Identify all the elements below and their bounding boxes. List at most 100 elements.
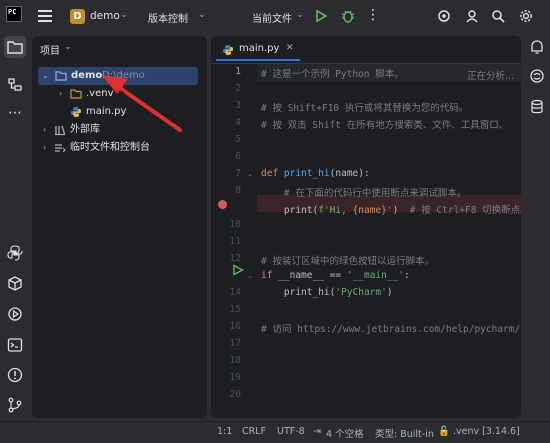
code-line[interactable]: # 按装订区域中的绿色按钮以运行脚本。 [261,253,434,267]
string: f'Hi, [318,205,353,216]
code-line[interactable]: # 按 双击 Shift 在所有地方搜索类、文件、工具窗口、 [261,117,508,131]
user-icon[interactable] [465,9,479,26]
tree-label: main.py [86,106,127,117]
run-icon[interactable] [314,9,328,26]
left-tool-strip: ⋯ [0,34,30,421]
vcs-dropdown[interactable]: 版本控制 [148,10,188,25]
file-type[interactable]: 类型: Built-in [375,426,434,440]
status-bar: 1:1 CRLF UTF-8 ⇥ 4 个空格 类型: Built-in 🔓 .v… [0,421,550,443]
line-number: 1 [235,66,241,77]
terminal-icon[interactable] [6,336,24,354]
settings-icon[interactable] [519,9,533,26]
cursor-position[interactable]: 1:1 [217,426,232,437]
tab-main-py[interactable]: main.py ✕ [216,39,300,61]
tree-item-scratches[interactable]: › 临时文件和控制台 [32,139,207,157]
string: 'PyCharm' [335,287,387,298]
indent-setting[interactable]: 4 个空格 [326,426,364,440]
structure-icon[interactable] [6,76,24,94]
line-number: 17 [229,338,241,349]
code-text: ) [392,205,410,216]
code-line[interactable]: # 在下面的代码行中使用断点来调试脚本。 [261,185,466,199]
ai-chat-icon[interactable] [528,67,546,85]
fold-icon[interactable]: ⌄ [247,170,253,178]
keyword: if [261,270,279,281]
code-text: __name__ == [278,270,347,281]
run-gutter-icon[interactable] [232,264,244,279]
editor-scrollbar[interactable] [513,66,518,416]
string: '__main__' [346,270,405,281]
line-number: 2 [235,83,241,94]
run-config-dropdown[interactable]: 当前文件 [252,10,292,25]
chevron-right-icon[interactable]: › [43,121,46,139]
tree-item-venv[interactable]: › .venv [32,85,207,103]
line-number: 3 [235,100,241,111]
chevron-down-icon[interactable]: ⌄ [42,67,49,85]
code-text: print_hi( [261,287,336,298]
code-line[interactable]: def print_hi(name): [261,168,370,179]
chevron-down-icon[interactable]: ⌄ [198,10,206,20]
panel-title[interactable]: 项目 [40,42,60,57]
code-line[interactable]: print_hi('PyCharm') [261,287,393,298]
code-text: {name} [352,205,387,216]
problems-icon[interactable] [6,366,24,384]
close-icon[interactable]: ✕ [286,43,294,53]
code-text: ) [386,287,393,298]
main-menu-icon[interactable] [38,10,52,22]
tree-item-demo[interactable]: ⌄ demo D:\demo [38,67,198,85]
breakpoint-icon[interactable] [218,200,227,209]
right-tool-strip [524,34,550,421]
code-line[interactable]: print(f'Hi, {name}') # 按 Ctrl+F8 切换断点。 [261,202,521,216]
code-line[interactable]: # 按 Shift+F10 执行或将其替换为您的代码。 [261,100,468,114]
project-folder-icon[interactable] [4,36,26,58]
lock-icon[interactable]: 🔓 [438,426,450,437]
interpreter-selector[interactable]: .venv [3.14.6] [453,426,520,437]
code-line[interactable]: # 访问 https://www.jetbrains.com/help/pych… [261,321,521,335]
ai-assistant-icon[interactable] [437,9,451,26]
project-badge[interactable]: D [70,9,85,24]
tree-item-external-libraries[interactable]: › 外部库 [32,121,207,139]
line-separator[interactable]: CRLF [242,426,266,437]
line-number: 18 [229,355,241,366]
line-number: 15 [229,304,241,315]
chevron-down-icon[interactable]: ⌄ [64,42,72,52]
python-packages-icon[interactable] [6,275,24,293]
fold-icon[interactable]: ⌄ [247,272,253,280]
search-icon[interactable] [491,9,505,26]
title-bar: PC D demo ⌄ 版本控制 ⌄ 当前文件 ⌄ ⋮ [0,0,550,34]
code-line[interactable]: # 这是一个示例 Python 脚本。 [261,66,404,80]
line-number: 5 [235,134,241,145]
python-console-icon[interactable] [6,244,24,262]
function-name: print_hi [283,168,330,179]
code-text: : [404,270,410,281]
more-icon[interactable]: ⋮ [366,7,380,23]
database-icon[interactable] [528,98,546,116]
code-text: print( [261,205,319,216]
tree-label: demo [71,70,103,81]
more-tools-icon[interactable]: ⋯ [6,106,24,124]
project-name-dropdown[interactable]: demo [90,10,120,22]
services-icon[interactable] [6,305,24,323]
line-number: 4 [235,117,241,128]
debug-icon[interactable] [340,8,356,27]
code-line[interactable]: if __name__ == '__main__': [261,270,410,281]
line-number: 14 [229,287,241,298]
indent-icon[interactable]: ⇥ [313,426,321,437]
line-number: 12 [229,253,241,264]
line-number: 20 [229,389,241,400]
chevron-down-icon[interactable]: ⌄ [296,10,304,20]
comment: # 按 Ctrl+F8 切换断点。 [409,205,521,216]
chevron-right-icon[interactable]: › [43,139,46,157]
notifications-icon[interactable] [528,38,546,56]
chevron-right-icon[interactable]: › [59,85,62,103]
file-encoding[interactable]: UTF-8 [277,426,305,437]
line-number: 7 [235,168,241,179]
tree-item-main-py[interactable]: main.py [32,103,207,121]
line-number: 19 [229,372,241,383]
chevron-down-icon[interactable]: ⌄ [120,10,128,20]
python-file-icon [222,44,234,59]
line-number: 11 [229,236,241,247]
line-number: 10 [229,219,241,230]
line-number: 16 [229,321,241,332]
git-icon[interactable] [6,396,24,414]
tree-label: 外部库 [70,124,100,135]
